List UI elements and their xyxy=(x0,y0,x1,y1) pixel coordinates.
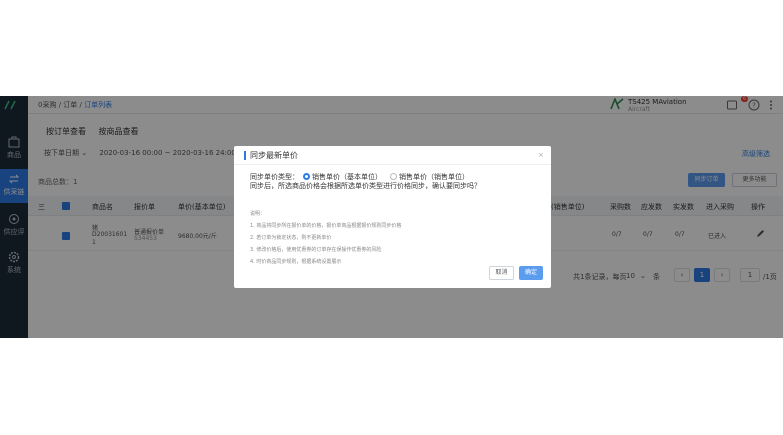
cancel-button[interactable]: 取消 xyxy=(489,266,514,280)
note-item: 3. 修改价格后，使用优惠券的订单存在误操作优惠券的风险 xyxy=(250,247,382,253)
title-accent-bar xyxy=(244,151,246,160)
option-base-unit-label[interactable]: 销售单价（基本单位） xyxy=(312,173,382,181)
radio-sale-unit[interactable] xyxy=(390,173,397,180)
dialog-header: 同步最新单价 × xyxy=(234,146,551,165)
dialog-title: 同步最新单价 xyxy=(250,151,298,160)
close-icon[interactable]: × xyxy=(538,151,544,159)
app-window: 商品 供采链 供应评 系统 0采购 / 订单 / 订单列表 TS425 MAvi… xyxy=(0,96,783,338)
note-item: 4. 时价商品同步规则，根据系统设置展示 xyxy=(250,259,342,265)
notes-title: 说明： xyxy=(250,211,266,217)
note-item: 2. 若订单为锁定状态，则不更新单价 xyxy=(250,235,332,241)
sync-price-dialog: 同步最新单价 × 同步单价类型： 销售单价（基本单位） 销售单价（销售单位） 同步后… xyxy=(234,146,551,288)
notes-block: 说明： 1. 商品将同步所在报价单的价格，报价单商品根据报价规则同步价格 2. … xyxy=(250,208,401,268)
note-item: 1. 商品将同步所在报价单的价格，报价单商品根据报价规则同步价格 xyxy=(250,223,402,229)
confirm-button[interactable]: 确定 xyxy=(519,266,543,280)
sync-type-label: 同步单价类型： xyxy=(250,173,299,181)
option-sale-unit-label[interactable]: 销售单价（销售单位） xyxy=(399,173,469,181)
sync-description: 同步后，所选商品价格会根据所选单价类型进行价格同步，确认要同步吗？ xyxy=(250,182,481,190)
radio-base-unit[interactable] xyxy=(303,173,310,180)
